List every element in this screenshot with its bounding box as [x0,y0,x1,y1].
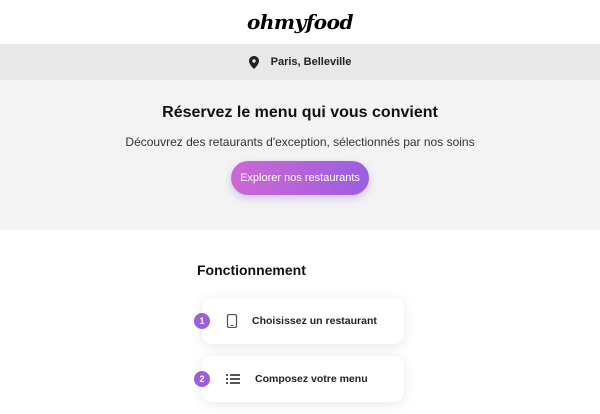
site-header: ohmyfood [0,0,600,44]
logo[interactable]: ohmyfood [247,10,353,34]
list-icon [226,374,240,384]
step-card-2: 2 Composez votre menu [194,356,404,402]
step-number-badge: 1 [194,313,210,329]
map-pin-icon [248,55,259,69]
hero-title: Réservez le menu qui vous convient [162,104,438,121]
step-label: Composez votre menu [255,373,368,385]
hero-subtitle: Découvrez des retaurants d'exception, sé… [125,135,475,149]
how-it-works-section: Fonctionnement 1 Choisissez un restauran… [0,230,600,414]
explore-restaurants-button[interactable]: Explorer nos restaurants [231,161,369,195]
section-title: Fonctionnement [197,262,306,278]
step-label: Choisissez un restaurant [252,315,377,327]
smartphone-icon [226,314,238,328]
location-text: Paris, Belleville [270,56,352,68]
step-number-badge: 2 [194,371,210,387]
location-bar: Paris, Belleville [0,44,600,80]
hero-section: Réservez le menu qui vous convient Décou… [0,80,600,230]
step-card-1: 1 Choisissez un restaurant [194,298,404,344]
